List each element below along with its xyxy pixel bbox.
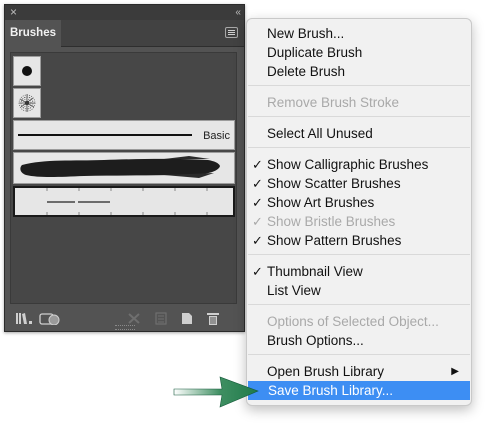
checkmark-icon: ✓ [252, 157, 263, 172]
checkmark-icon: ✓ [252, 214, 263, 229]
panel-tab-bar: Brushes [5, 20, 244, 47]
menu-item-show-art[interactable]: ✓ Show Art Brushes [247, 193, 471, 212]
pointer-arrow-icon [173, 376, 259, 408]
menu-item-delete-brush[interactable]: Delete Brush [247, 62, 471, 81]
menu-item-open-brush-library[interactable]: Open Brush Library ▶ [247, 362, 471, 381]
brushes-panel: × ‹‹ Brushes Basic [4, 4, 245, 332]
remove-brush-stroke-icon[interactable] [127, 312, 141, 325]
menu-item-show-calligraphic[interactable]: ✓ Show Calligraphic Brushes [247, 155, 471, 174]
collapse-panel-icon[interactable]: ‹‹ [235, 5, 241, 20]
new-brush-icon[interactable] [181, 312, 193, 325]
panel-toolbar [5, 307, 244, 331]
hamburger-icon [228, 30, 235, 31]
menu-separator [248, 116, 470, 117]
scatter-brush-icon [18, 94, 36, 112]
brushes-flyout-menu: New Brush... Duplicate Brush Delete Brus… [246, 18, 472, 406]
menu-item-remove-brush-stroke: Remove Brush Stroke [267, 95, 400, 110]
delete-brush-icon[interactable] [207, 312, 219, 325]
menu-item-save-brush-library[interactable]: Save Brush Library... [248, 381, 470, 400]
menu-item-show-bristle: ✓ Show Bristle Brushes [252, 214, 396, 229]
menu-item-duplicate-brush[interactable]: Duplicate Brush [247, 43, 471, 62]
brush-row-art[interactable] [13, 152, 235, 184]
panel-title-bar: × ‹‹ [5, 5, 244, 20]
menu-separator [248, 304, 470, 305]
checkmark-icon: ✓ [252, 176, 263, 191]
checkmark-icon: ✓ [252, 264, 263, 279]
art-brush-stroke [20, 156, 220, 178]
resize-grip[interactable] [114, 325, 135, 330]
brush-libraries-icon[interactable] [15, 312, 33, 325]
pattern-brush-stroke [46, 188, 208, 215]
menu-item-show-pattern[interactable]: ✓ Show Pattern Brushes [247, 231, 471, 250]
close-panel-icon[interactable]: × [10, 5, 17, 20]
menu-separator [248, 254, 470, 255]
tab-brushes[interactable]: Brushes [5, 20, 61, 47]
checkmark-icon: ✓ [252, 233, 263, 248]
menu-item-show-scatter[interactable]: ✓ Show Scatter Brushes [247, 174, 471, 193]
libraries-panel-icon[interactable] [39, 312, 61, 325]
menu-item-thumbnail-view[interactable]: ✓ Thumbnail View [247, 262, 471, 281]
checkmark-icon: ✓ [252, 195, 263, 210]
menu-item-new-brush[interactable]: New Brush... [247, 24, 471, 43]
brush-row-basic[interactable]: Basic [13, 120, 235, 150]
menu-separator [248, 354, 470, 355]
panel-menu-button[interactable] [225, 27, 238, 38]
menu-separator [248, 85, 470, 86]
brush-row-pattern[interactable] [13, 186, 235, 217]
menu-item-select-all-unused[interactable]: Select All Unused [247, 124, 471, 143]
brush-thumb-scatter[interactable] [13, 88, 41, 118]
round-brush-icon [22, 66, 32, 76]
menu-item-list-view[interactable]: List View [247, 281, 471, 300]
menu-item-brush-options[interactable]: Brush Options... [247, 331, 471, 350]
menu-separator [248, 147, 470, 148]
basic-brush-label: Basic [203, 130, 230, 142]
basic-line-stroke [18, 134, 192, 136]
submenu-arrow-icon: ▶ [451, 366, 459, 377]
brush-options-icon[interactable] [155, 312, 167, 325]
brush-list: Basic [10, 52, 237, 304]
brush-thumb-round[interactable] [13, 56, 41, 86]
menu-item-options-selected-object: Options of Selected Object... [267, 314, 439, 329]
